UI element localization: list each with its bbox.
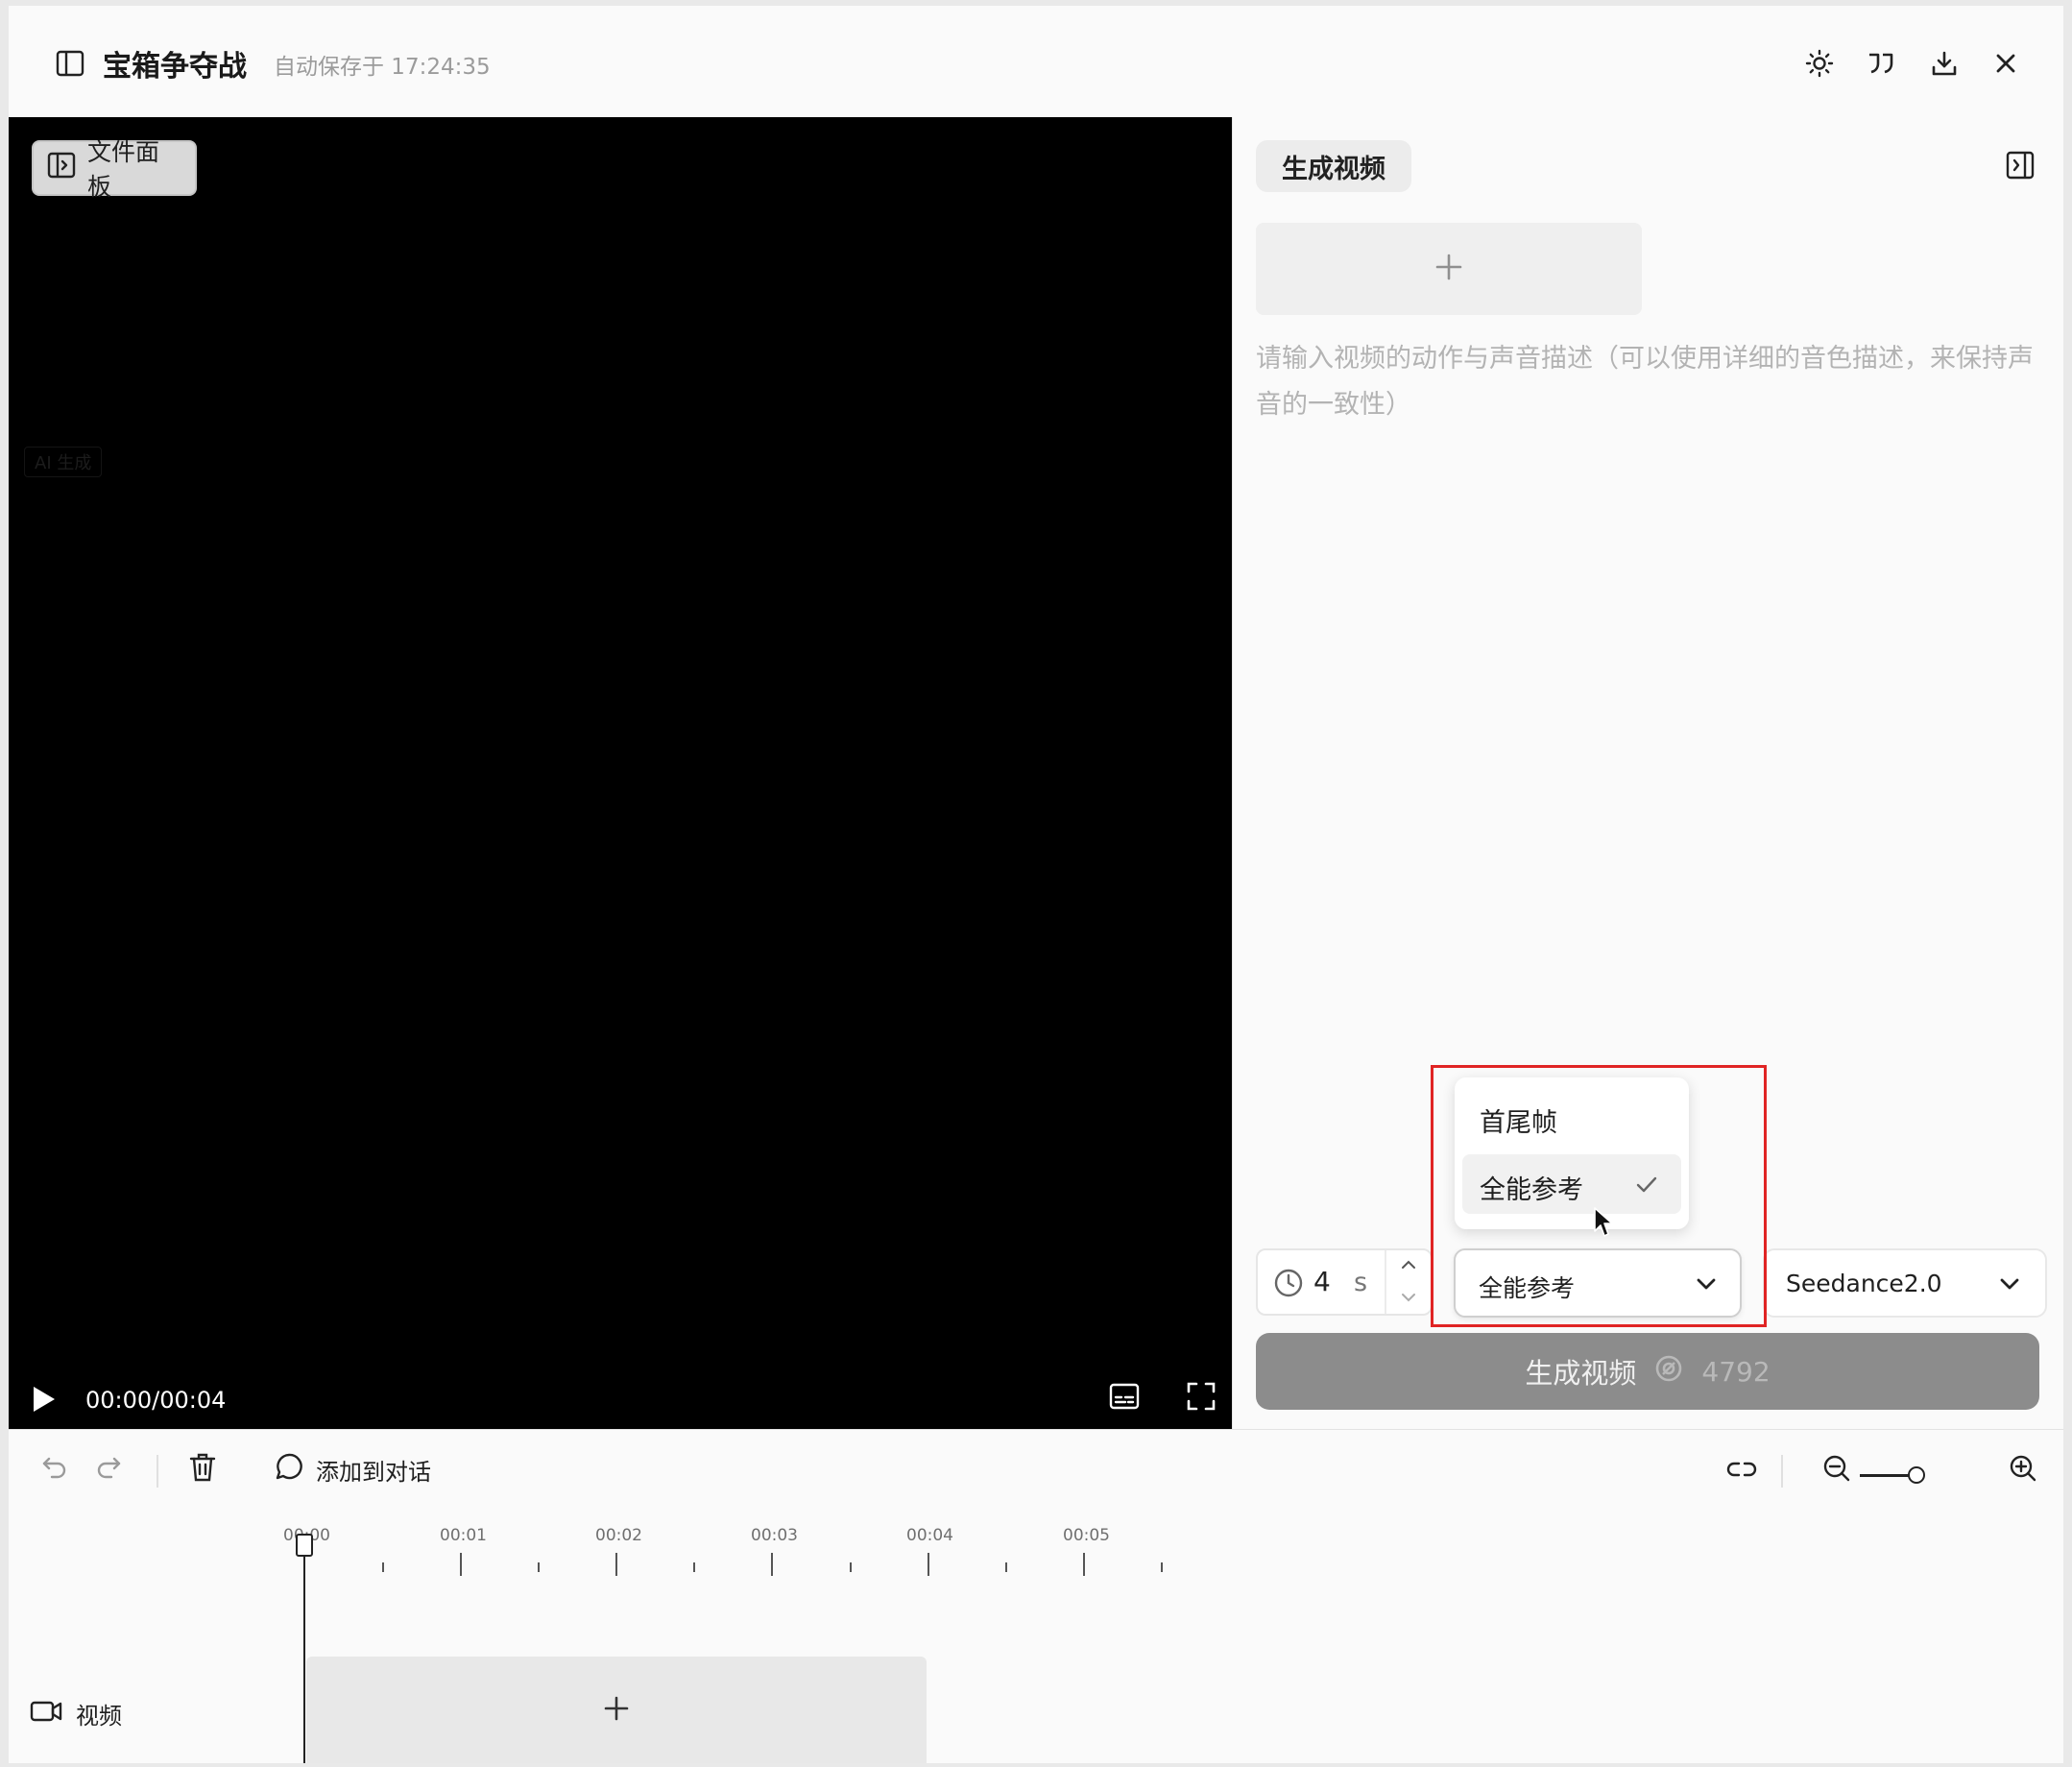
tick-minor <box>1005 1562 1007 1572</box>
video-camera-icon <box>30 1699 62 1730</box>
app-window: 宝箱争夺战 自动保存于 17:24:35 文件面板 AI 生成 00:00/00… <box>9 6 2063 1763</box>
tick-label: 00:03 <box>751 1526 798 1545</box>
quote-icon[interactable] <box>1860 42 1902 85</box>
duration-value: 4 <box>1313 1266 1331 1297</box>
tick-major <box>771 1553 773 1576</box>
play-icon[interactable] <box>30 1383 59 1419</box>
time-ruler[interactable]: 00:00 00:01 00:02 00:03 00:04 00:05 <box>9 1526 1257 1593</box>
sidebar-toggle-icon[interactable] <box>47 40 93 86</box>
zoom-slider-handle[interactable] <box>1908 1466 1925 1484</box>
model-select[interactable]: Seedance2.0 <box>1763 1248 2047 1318</box>
tick-major <box>928 1553 929 1576</box>
add-to-dialog-button[interactable]: 添加到对话 <box>274 1451 431 1488</box>
track-name: 视频 <box>76 1703 122 1730</box>
chevron-down-icon <box>1997 1271 2022 1300</box>
chevron-up-icon[interactable] <box>1398 1254 1419 1279</box>
zoom-in-icon[interactable] <box>2008 1453 2038 1488</box>
toolbar-divider <box>1781 1455 1783 1488</box>
prompt-input[interactable]: 请输入视频的动作与声音描述（可以使用详细的音色描述，来保持声音的一致性） <box>1256 336 2034 428</box>
tick-label: 00:04 <box>906 1526 953 1545</box>
theme-sun-icon[interactable] <box>1798 42 1841 85</box>
zoom-slider-track[interactable] <box>1860 1474 1910 1477</box>
tick-label: 00:05 <box>1063 1526 1110 1545</box>
duration-input[interactable]: 4 s <box>1256 1248 1433 1316</box>
tick-major <box>460 1553 462 1576</box>
duration-unit: s <box>1354 1268 1368 1297</box>
add-to-dialog-label: 添加到对话 <box>316 1458 431 1486</box>
tick-minor <box>693 1562 695 1572</box>
delete-icon[interactable] <box>187 1451 218 1488</box>
add-reference-button[interactable] <box>1256 223 1642 315</box>
tick-minor <box>1161 1562 1163 1572</box>
file-panel-button[interactable]: 文件面板 <box>32 138 197 201</box>
plus-icon <box>603 1695 630 1726</box>
credits-value: 4792 <box>1701 1355 1771 1388</box>
mouse-cursor-icon <box>1593 1206 1616 1243</box>
clock-icon <box>1273 1268 1304 1302</box>
generate-video-button[interactable]: 生成视频 4792 <box>1256 1333 2039 1410</box>
close-icon[interactable] <box>1985 42 2027 85</box>
collapse-panel-icon[interactable] <box>2005 150 2036 184</box>
tick-label: 00:01 <box>440 1526 487 1545</box>
autosave-status: 自动保存于 17:24:35 <box>274 55 491 80</box>
chat-bubble-icon <box>274 1451 304 1488</box>
tick-minor <box>382 1562 384 1572</box>
playhead-line[interactable] <box>303 1537 305 1763</box>
annotation-highlight-box <box>1431 1065 1767 1327</box>
zoom-out-icon[interactable] <box>1821 1453 1852 1488</box>
download-icon[interactable] <box>1923 42 1965 85</box>
subtitles-icon[interactable] <box>1107 1379 1142 1417</box>
ai-generated-badge: AI 生成 <box>24 447 103 477</box>
undo-icon[interactable] <box>39 1453 70 1488</box>
fullscreen-icon[interactable] <box>1184 1379 1218 1417</box>
tick-minor <box>538 1562 540 1572</box>
tick-minor <box>850 1562 852 1572</box>
redo-icon[interactable] <box>93 1453 124 1488</box>
toolbar-divider <box>157 1455 158 1488</box>
credits-icon <box>1653 1353 1684 1391</box>
generate-label: 生成视频 <box>1525 1357 1637 1390</box>
tab-generate-video[interactable]: 生成视频 <box>1256 140 1411 192</box>
plus-icon <box>1434 252 1464 286</box>
model-value: Seedance2.0 <box>1786 1270 1942 1297</box>
timeline-panel: 添加到对话 00:00 00:01 00:02 00:03 00:04 00:0… <box>9 1429 2063 1763</box>
tick-label: 00:02 <box>595 1526 642 1545</box>
link-icon[interactable] <box>1725 1455 1758 1488</box>
project-title: 宝箱争夺战 <box>103 50 247 84</box>
video-preview[interactable]: 文件面板 AI 生成 00:00/00:04 <box>9 117 1232 1429</box>
chevron-down-icon[interactable] <box>1398 1287 1419 1312</box>
panel-left-icon <box>47 151 76 185</box>
video-track-label: 视频 <box>30 1697 122 1731</box>
duration-stepper <box>1385 1250 1433 1314</box>
video-track-empty-clip[interactable] <box>306 1657 927 1763</box>
file-panel-label: 文件面板 <box>87 138 160 201</box>
video-timecode: 00:00/00:04 <box>85 1387 227 1414</box>
title-bar: 宝箱争夺战 自动保存于 17:24:35 <box>9 6 2063 117</box>
playhead-handle[interactable] <box>296 1534 313 1557</box>
tick-major <box>1083 1553 1085 1576</box>
tick-major <box>615 1553 617 1576</box>
